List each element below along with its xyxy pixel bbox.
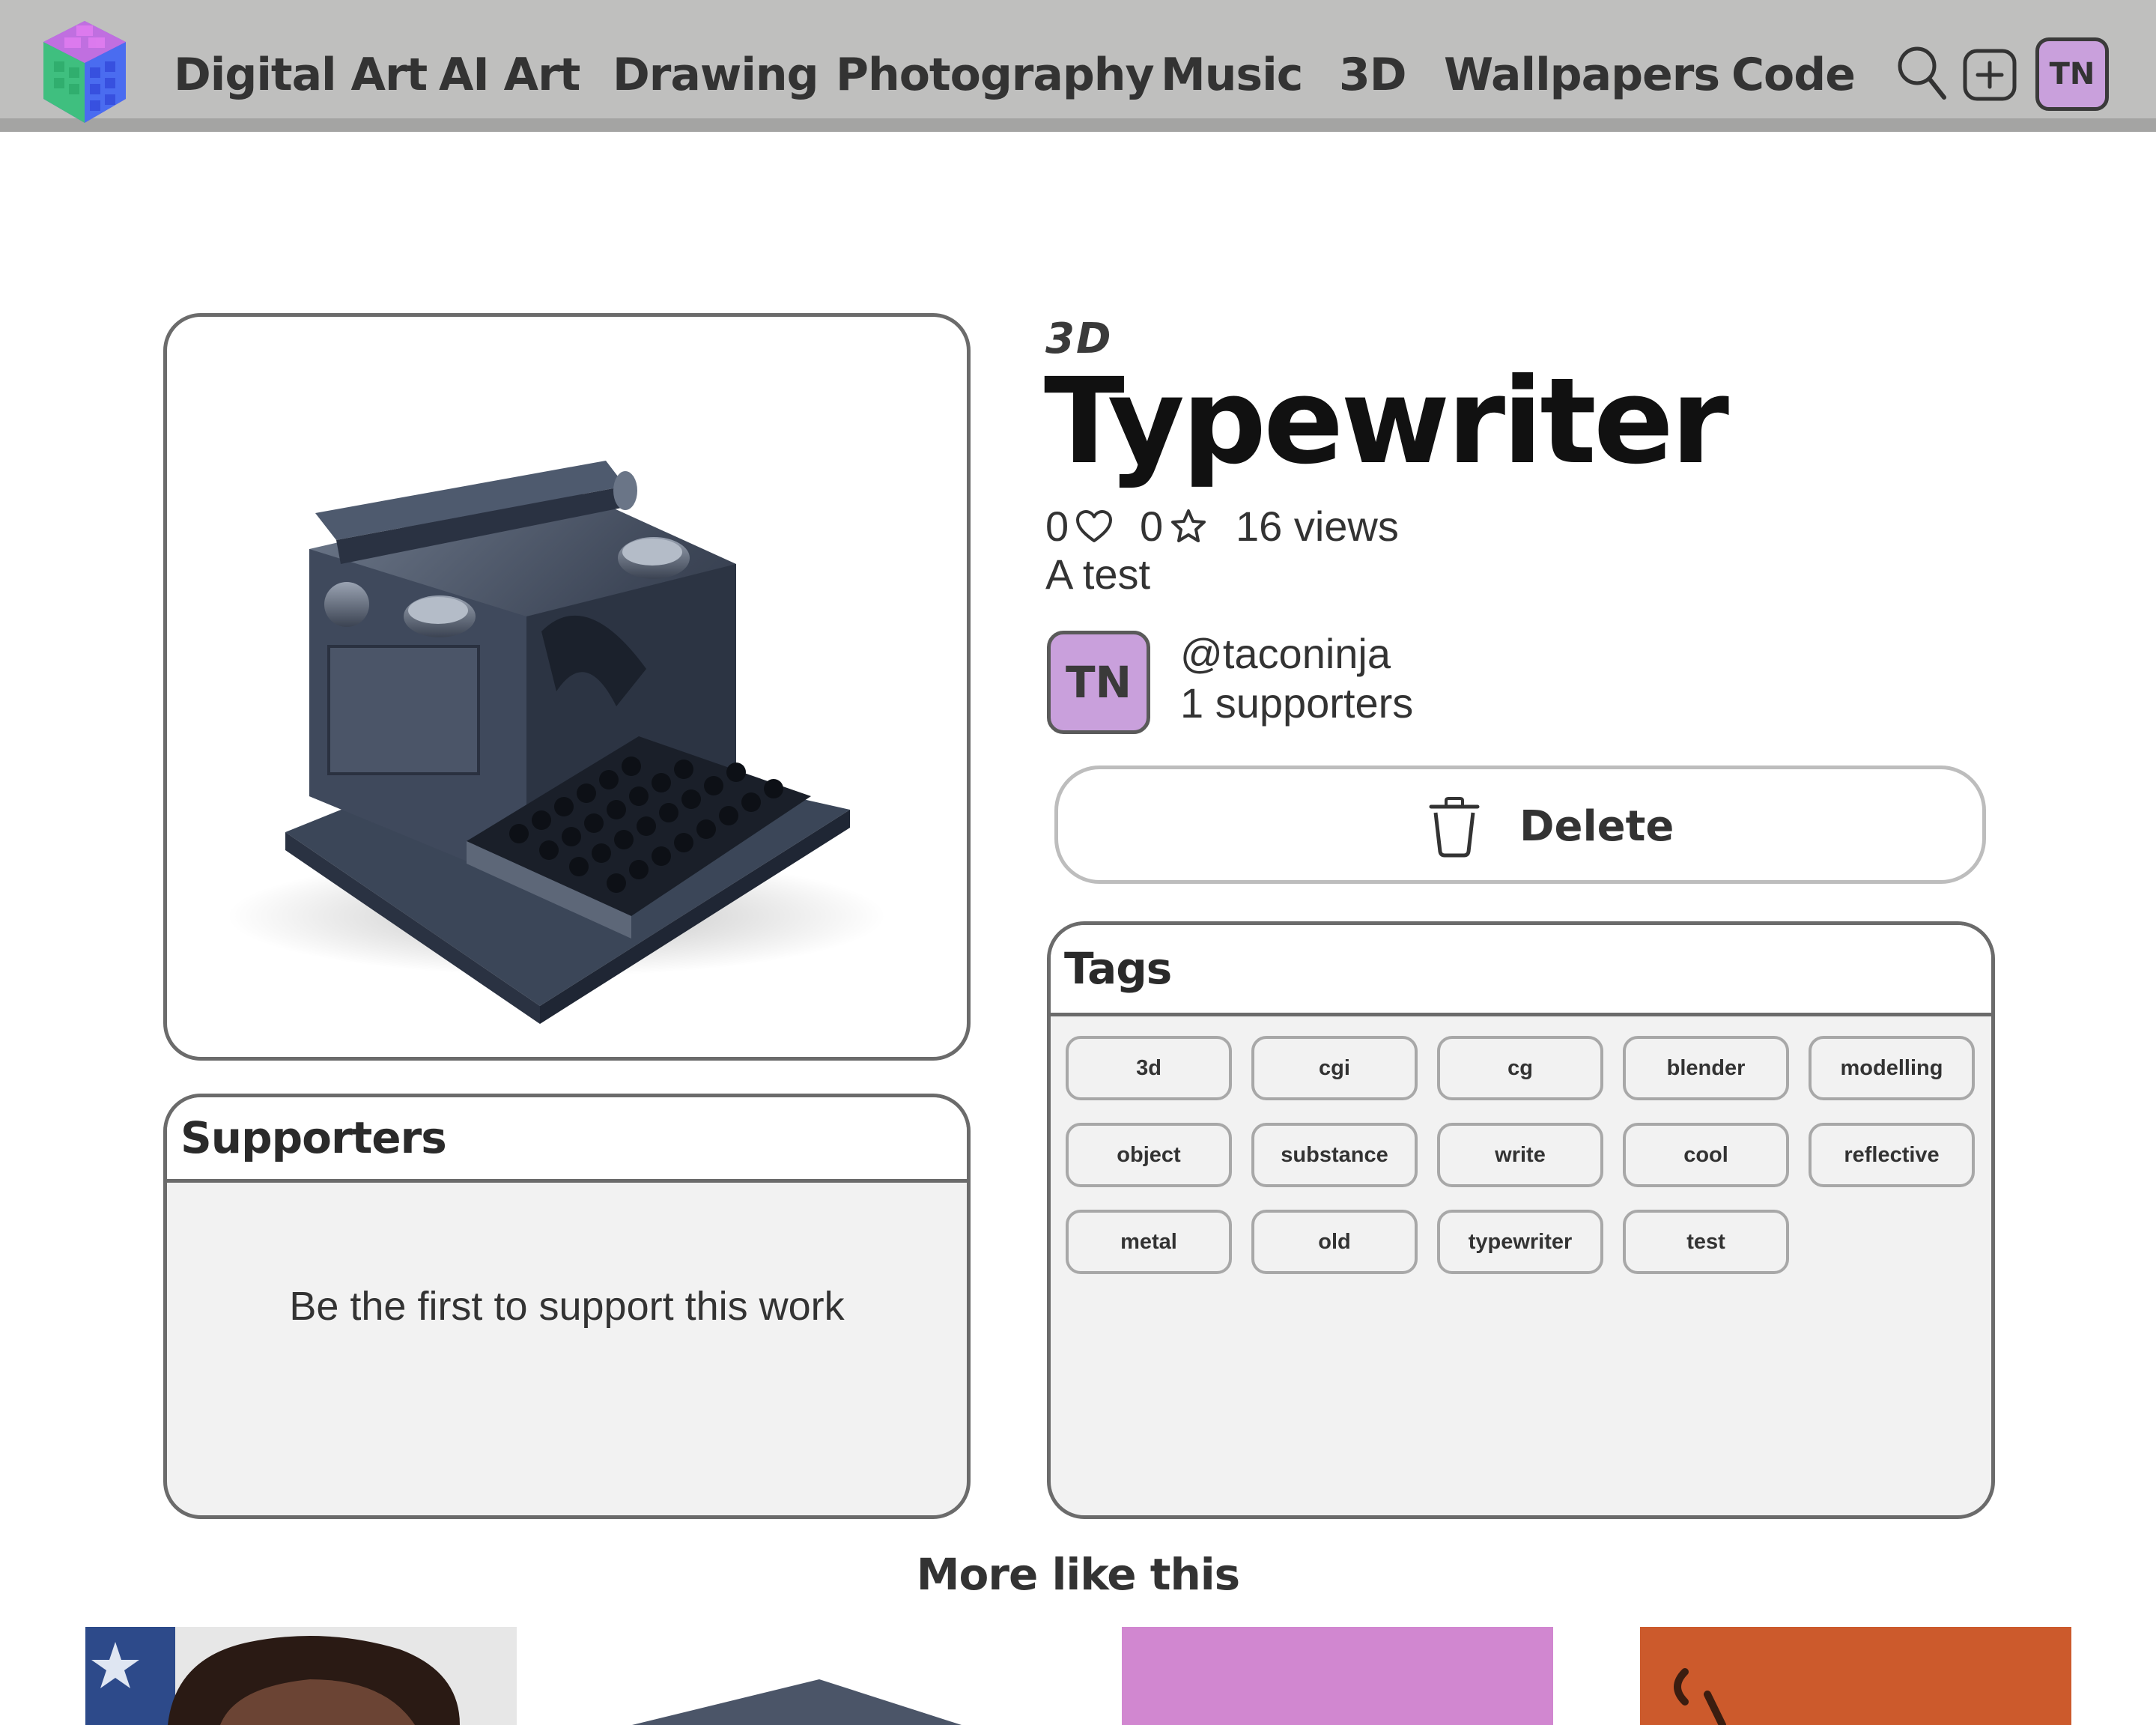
supporters-title: Supporters: [180, 1112, 447, 1163]
add-icon[interactable]: [1962, 48, 2017, 102]
tag-chip[interactable]: old: [1251, 1210, 1418, 1274]
nav-ai-art[interactable]: AI Art: [439, 43, 580, 106]
tag-chip[interactable]: cool: [1623, 1123, 1789, 1187]
related-thumbnail[interactable]: [85, 1627, 517, 1725]
favorites-count: 0: [1140, 503, 1164, 550]
logo-icon[interactable]: [43, 21, 126, 123]
related-image: [602, 1627, 1033, 1725]
tag-chip[interactable]: metal: [1066, 1210, 1232, 1274]
heart-icon[interactable]: [1075, 509, 1113, 544]
author-supporters-count: 1 supporters: [1180, 679, 1414, 727]
related-thumbnail[interactable]: [1122, 1627, 1553, 1725]
related-image: [1640, 1627, 2071, 1725]
artwork-description: A test: [1045, 551, 1151, 598]
tag-chip[interactable]: write: [1437, 1123, 1603, 1187]
tag-chip[interactable]: blender: [1623, 1036, 1789, 1100]
tag-chip[interactable]: modelling: [1809, 1036, 1975, 1100]
tag-chip[interactable]: reflective: [1809, 1123, 1975, 1187]
tag-chip[interactable]: 3d: [1066, 1036, 1232, 1100]
user-avatar-button[interactable]: TN: [2035, 37, 2109, 111]
related-image: [85, 1627, 517, 1725]
artwork-title: Typewriter: [1044, 353, 1729, 491]
tag-chip[interactable]: cgi: [1251, 1036, 1418, 1100]
delete-button[interactable]: Delete: [1054, 766, 1986, 884]
trash-icon: [1429, 797, 1480, 858]
nav-photography[interactable]: Photography: [836, 43, 1155, 106]
top-navbar: Digital Art AI Art Drawing Photography M…: [0, 0, 2156, 132]
search-icon[interactable]: [1896, 45, 1949, 102]
related-thumbnail[interactable]: [1640, 1627, 2071, 1725]
tags-title: Tags: [1064, 943, 1172, 994]
related-image: [1122, 1627, 1553, 1725]
tags-panel: Tags 3d cgi cg blender modelling object …: [1047, 921, 1995, 1519]
tag-chip[interactable]: object: [1066, 1123, 1232, 1187]
views-count: 16 views: [1236, 503, 1399, 550]
supporters-panel: Supporters Be the first to support this …: [163, 1094, 971, 1519]
nav-digital-art[interactable]: Digital Art: [174, 43, 428, 106]
nav-music[interactable]: Music: [1161, 43, 1303, 106]
artwork-image-card[interactable]: [163, 313, 971, 1061]
supporters-header: Supporters: [167, 1097, 967, 1183]
likes-count: 0: [1045, 503, 1069, 550]
delete-label: Delete: [1519, 802, 1674, 851]
artwork-image: [227, 461, 886, 1024]
supporters-empty-message: Be the first to support this work: [289, 1284, 845, 1329]
related-thumbnail[interactable]: [602, 1627, 1033, 1725]
author-avatar[interactable]: TN: [1047, 631, 1150, 734]
nav-code[interactable]: Code: [1731, 43, 1856, 106]
tag-chip[interactable]: typewriter: [1437, 1210, 1603, 1274]
tags-header: Tags: [1051, 925, 1991, 1016]
tag-chip[interactable]: test: [1623, 1210, 1789, 1274]
tag-chip[interactable]: substance: [1251, 1123, 1418, 1187]
nav-wallpapers[interactable]: Wallpapers: [1444, 43, 1720, 106]
star-icon[interactable]: [1170, 508, 1207, 545]
more-like-this-title: More like this: [916, 1549, 1240, 1600]
author-handle[interactable]: @taconinja: [1180, 629, 1391, 678]
nav-3d[interactable]: 3D: [1339, 43, 1407, 106]
tag-chip[interactable]: cg: [1437, 1036, 1603, 1100]
nav-drawing[interactable]: Drawing: [613, 43, 819, 106]
